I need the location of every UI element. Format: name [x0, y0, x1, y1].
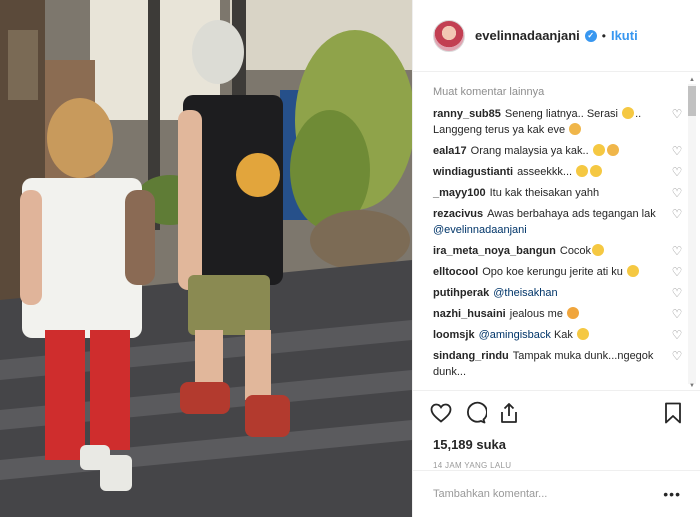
- comment-mention-link[interactable]: @theisakhan: [493, 287, 557, 299]
- comment-item: loomsjk @amingisback Kak ♡: [433, 327, 682, 343]
- like-comment-heart-icon[interactable]: ♡: [671, 350, 683, 362]
- comments-list: Muat komentar lainnya ranny_sub85 Seneng …: [413, 72, 700, 390]
- yum-emoji-icon: [590, 165, 603, 177]
- heart-eyes-emoji-icon: [592, 244, 605, 256]
- comment-username[interactable]: rezacivus: [433, 208, 483, 220]
- comment-item: ira_meta_noya_bangun Cocok ♡: [433, 243, 682, 259]
- photo-illustration: [0, 0, 412, 517]
- comments-scrollbar[interactable]: [688, 84, 696, 384]
- tired-emoji-icon: [626, 265, 639, 277]
- comment-text: Seneng liatnya.. Serasi: [504, 108, 619, 120]
- comment-text: Awas berbahaya ads tegangan lak: [487, 208, 656, 220]
- load-more-comments-link[interactable]: Muat komentar lainnya: [433, 84, 675, 100]
- post-photo: [0, 0, 412, 517]
- post-timestamp: 14 JAM YANG LALU: [433, 461, 512, 470]
- comments-scrollbar-thumb[interactable]: [688, 86, 696, 116]
- comment-username[interactable]: _mayy100: [433, 187, 486, 199]
- more-options-icon[interactable]: •••: [663, 486, 681, 502]
- like-comment-heart-icon[interactable]: ♡: [671, 245, 683, 257]
- kiss-emoji-icon: [576, 165, 589, 177]
- comment-mention-link[interactable]: @evelinnadaanjani: [433, 224, 527, 236]
- comment-username[interactable]: sindang_rindu: [433, 350, 509, 362]
- like-comment-heart-icon[interactable]: ♡: [671, 145, 683, 157]
- post-detail-panel: evelinnadaanjani ✓ • Ikuti Muat komentar…: [412, 0, 700, 517]
- share-upload-icon[interactable]: [497, 401, 521, 425]
- pray-emoji-icon: [569, 123, 582, 135]
- cat-emoji-icon: [567, 307, 580, 319]
- comment-item: sindang_rindu Tampak muka dunk...ngegok d…: [433, 348, 682, 380]
- action-icon-row: [429, 401, 685, 425]
- like-comment-heart-icon[interactable]: ♡: [671, 329, 683, 341]
- comment-username[interactable]: ira_meta_noya_bangun: [433, 245, 556, 257]
- like-comment-heart-icon[interactable]: ♡: [671, 208, 683, 220]
- comment-username[interactable]: elltocool: [433, 266, 478, 278]
- comment-item: eala17 Orang malaysia ya kak.. ♡: [433, 143, 682, 159]
- like-heart-icon[interactable]: [429, 401, 453, 425]
- heart-eyes-emoji-icon: [622, 107, 635, 119]
- like-comment-heart-icon[interactable]: ♡: [671, 287, 683, 299]
- comment-text: asseekkk...: [517, 166, 573, 178]
- avatar[interactable]: [433, 19, 465, 52]
- comment-item: putihperak @theisakhan ♡: [433, 285, 682, 301]
- comment-username[interactable]: ranny_sub85: [433, 108, 501, 120]
- like-comment-heart-icon[interactable]: ♡: [671, 266, 683, 278]
- like-comment-heart-icon[interactable]: ♡: [671, 108, 683, 120]
- post-header: evelinnadaanjani ✓ • Ikuti: [413, 0, 700, 72]
- verified-badge-icon: ✓: [584, 29, 597, 42]
- comment-text: Opo koe kerungu jerite ati ku: [482, 266, 623, 278]
- comment-text: Kak: [553, 329, 573, 341]
- likes-count[interactable]: 15,189 suka: [433, 437, 685, 452]
- comment-username[interactable]: loomsjk: [433, 329, 475, 341]
- post-actions: 15,189 suka 14 JAM YANG LALU: [413, 390, 700, 470]
- comment-item: rezacivus Awas berbahaya ads tegangan lak…: [433, 206, 682, 238]
- comment-username[interactable]: eala17: [433, 145, 467, 157]
- username[interactable]: evelinnadaanjani: [475, 28, 580, 43]
- comment-item: elltocool Opo koe kerungu jerite ati ku ♡: [433, 264, 682, 280]
- save-bookmark-icon[interactable]: [661, 401, 685, 425]
- laughing-emoji-icon: [592, 144, 605, 156]
- like-comment-heart-icon[interactable]: ♡: [671, 187, 683, 199]
- scroll-up-arrow-icon[interactable]: ▲: [688, 76, 696, 84]
- grin-sweat-emoji-icon: [576, 328, 589, 340]
- add-comment-input[interactable]: [433, 488, 664, 500]
- comment-item: windiagustianti asseekkk... ♡: [433, 164, 682, 180]
- comment-text: Itu kak theisakan yahh: [489, 187, 600, 199]
- comment-text: jealous me: [509, 308, 563, 320]
- comment-text: Orang malaysia ya kak..: [470, 145, 589, 157]
- comment-item: _mayy100 Itu kak theisakan yahh ♡: [433, 185, 682, 201]
- follow-button[interactable]: Ikuti: [611, 28, 638, 43]
- pray-emoji-icon: [606, 144, 619, 156]
- comment-bubble-icon[interactable]: [463, 401, 487, 425]
- comment-text: Cocok: [559, 245, 592, 257]
- comment-username[interactable]: putihperak: [433, 287, 489, 299]
- comment-username[interactable]: windiagustianti: [433, 166, 513, 178]
- comment-mention-link[interactable]: @amingisback: [479, 329, 551, 341]
- comment-item: ranny_sub85 Seneng liatnya.. Serasi .. La…: [433, 106, 682, 138]
- comment-item: nazhi_husaini jealous me ♡: [433, 306, 682, 322]
- comment-username[interactable]: nazhi_husaini: [433, 308, 506, 320]
- scroll-down-arrow-icon[interactable]: ▼: [688, 382, 696, 390]
- like-comment-heart-icon[interactable]: ♡: [671, 308, 683, 320]
- separator: •: [601, 28, 606, 43]
- like-comment-heart-icon[interactable]: ♡: [671, 166, 683, 178]
- add-comment-bar: •••: [413, 470, 700, 517]
